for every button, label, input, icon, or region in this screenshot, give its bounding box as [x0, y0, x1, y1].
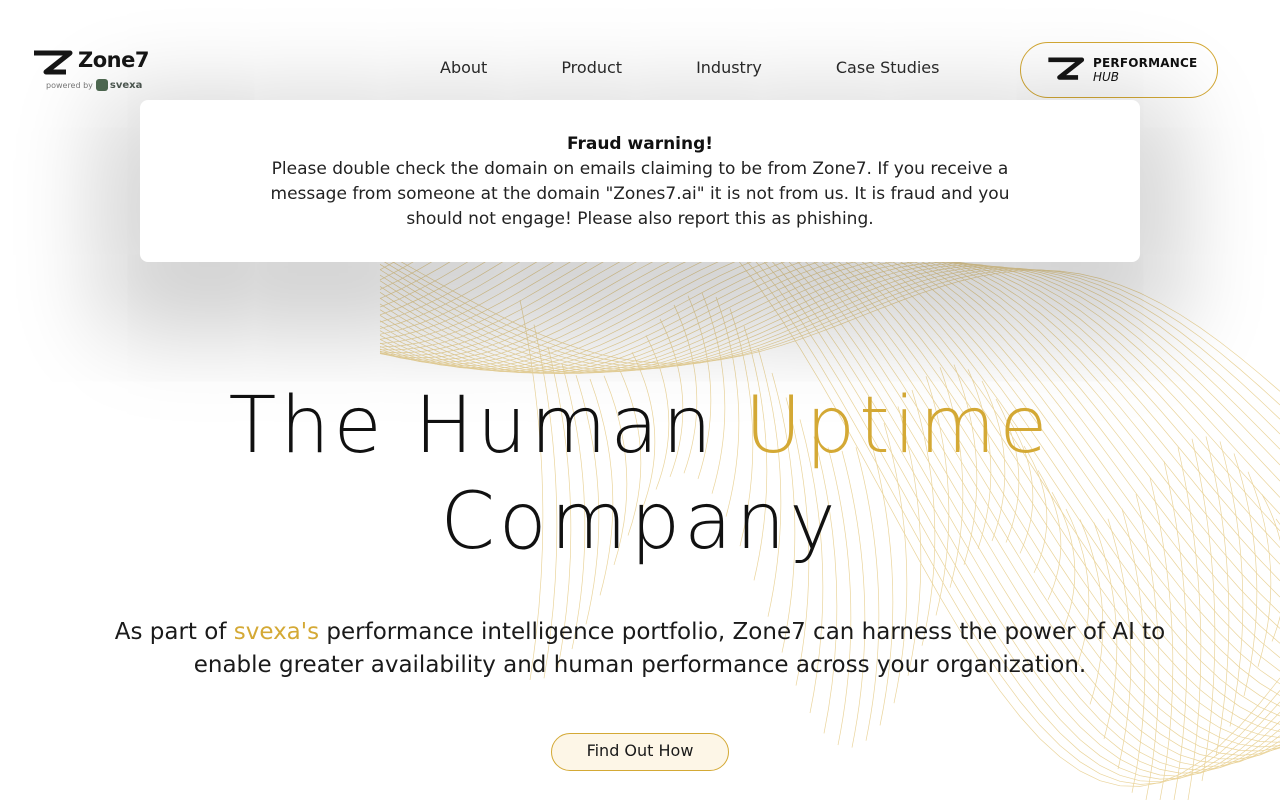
find-out-how-button[interactable]: Find Out How — [551, 733, 729, 771]
notice-title: Fraud warning! — [566, 134, 714, 154]
svexa-link[interactable]: svexa's — [234, 619, 319, 645]
lede-suffix: performance intelligence portfolio, Zone… — [193, 619, 1166, 678]
zone7-logo[interactable]: Zone7 powered by svexa — [32, 48, 157, 92]
svexa-badge-icon — [95, 79, 108, 91]
notice-body: Please double check the domain on emails… — [270, 159, 1010, 229]
hero-lede: As part of svexa's performance intellige… — [90, 616, 1190, 682]
powered-by-label: powered by svexa — [46, 79, 143, 91]
hero-title-part1: The Human — [228, 381, 745, 471]
zone7-mark-icon — [34, 50, 73, 75]
performance-hub-line1: PERFORMANCE — [1093, 56, 1198, 70]
hero-title-line1: The Human Uptime — [0, 378, 1280, 474]
parent-brand: svexa — [109, 80, 143, 91]
fraud-warning-notice: Fraud warning! Please double check the d… — [140, 100, 1140, 262]
nav-industry[interactable]: Industry — [696, 58, 762, 77]
performance-hub-line2: HUB — [1093, 70, 1120, 84]
lede-prefix: As part of — [114, 619, 234, 645]
nav-case-studies[interactable]: Case Studies — [836, 58, 940, 77]
hero-heading: The Human Uptime Company — [0, 378, 1280, 570]
brand-name: Zone7 — [78, 48, 149, 72]
hero-title-accent: Uptime — [744, 381, 1052, 471]
main-nav: About Product Industry Case Studies — [440, 58, 939, 77]
hero-title-line2: Company — [440, 477, 840, 567]
nav-product[interactable]: Product — [561, 58, 622, 77]
zone7-mark-icon — [1048, 57, 1085, 80]
performance-hub-button[interactable]: PERFORMANCE HUB — [1020, 42, 1218, 98]
nav-about[interactable]: About — [440, 58, 487, 77]
